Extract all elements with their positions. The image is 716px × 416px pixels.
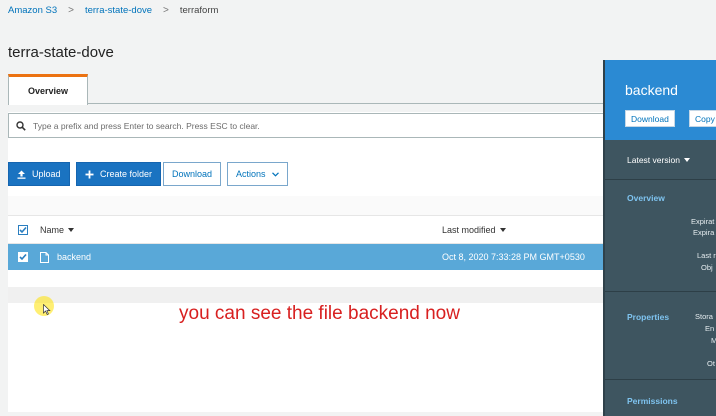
table-toolbar-row xyxy=(8,196,608,216)
row-checkbox[interactable] xyxy=(18,252,28,262)
detail-download-button[interactable]: Download xyxy=(625,110,675,127)
video-caption: you can see the file backend now xyxy=(179,303,460,324)
sort-caret-icon xyxy=(499,227,506,232)
section-overview[interactable]: Overview xyxy=(627,193,665,203)
caret-down-icon xyxy=(683,157,690,162)
overview-detail-line: Last r xyxy=(697,251,716,260)
column-header-last-modified[interactable]: Last modified xyxy=(442,225,506,235)
table-row[interactable]: backend Oct 8, 2020 7:33:28 PM GMT+0530 xyxy=(8,244,608,270)
download-button[interactable]: Download xyxy=(163,162,222,186)
breadcrumb: Amazon S3 > terra-state-dove > terraform xyxy=(8,5,218,16)
upload-button[interactable]: Upload xyxy=(8,162,70,186)
mouse-pointer-icon xyxy=(43,304,51,315)
upload-label: Upload xyxy=(32,169,61,179)
chevron-right-icon: > xyxy=(68,5,74,16)
section-properties[interactable]: Properties xyxy=(627,312,669,322)
section-permissions[interactable]: Permissions xyxy=(627,396,678,406)
download-label: Download xyxy=(172,169,213,179)
column-name-label: Name xyxy=(40,224,65,235)
properties-detail-line: M xyxy=(711,336,716,345)
create-folder-button[interactable]: Create folder xyxy=(76,162,162,186)
overview-detail-line: Expira xyxy=(693,228,715,237)
upload-icon xyxy=(17,170,26,179)
search-input[interactable] xyxy=(33,120,593,131)
table-footer-row xyxy=(8,287,608,303)
divider xyxy=(605,379,716,380)
table-header-row: Name Last modified xyxy=(8,216,608,244)
properties-detail-line: Ot xyxy=(707,359,715,368)
object-detail-panel: backend Download Copy Latest version Ove… xyxy=(603,60,716,416)
overview-detail-line: Expirat xyxy=(691,217,715,226)
detail-panel-title: backend xyxy=(625,82,678,98)
sort-caret-icon xyxy=(68,227,75,232)
breadcrumb-amazon-s3[interactable]: Amazon S3 xyxy=(8,5,57,16)
version-label: Latest version xyxy=(627,154,680,165)
divider xyxy=(605,291,716,292)
cursor-highlight xyxy=(34,296,54,316)
file-icon xyxy=(40,251,49,263)
breadcrumb-current-folder: terraform xyxy=(179,5,219,16)
actions-label: Actions xyxy=(236,169,266,179)
plus-icon xyxy=(85,170,94,179)
create-folder-label: Create folder xyxy=(100,169,153,179)
chevron-down-icon xyxy=(271,171,279,177)
row-last-modified-cell: Oct 8, 2020 7:33:28 PM GMT+0530 xyxy=(442,252,585,262)
breadcrumb-bucket[interactable]: terra-state-dove xyxy=(85,5,152,16)
row-name-cell[interactable]: backend xyxy=(40,251,92,263)
tab-bar: Overview xyxy=(8,74,608,105)
search-icon xyxy=(9,120,33,131)
properties-detail-line: En xyxy=(705,324,715,333)
column-last-modified-label: Last modified xyxy=(442,224,496,235)
select-all-checkbox[interactable] xyxy=(18,224,28,235)
page-title: terra-state-dove xyxy=(8,44,114,61)
tab-overview[interactable]: Overview xyxy=(8,74,88,105)
chevron-right-icon: > xyxy=(163,5,169,16)
properties-detail-line: Stora xyxy=(695,312,713,321)
row-name-label: backend xyxy=(57,252,92,262)
detail-copy-button[interactable]: Copy xyxy=(689,110,716,127)
detail-panel-header: backend Download Copy xyxy=(605,60,716,140)
search-box xyxy=(8,113,608,138)
object-table: Name Last modified backend Oct 8, 2020 7… xyxy=(8,196,608,303)
column-header-name[interactable]: Name xyxy=(40,224,75,235)
version-selector[interactable]: Latest version xyxy=(605,140,716,180)
actions-dropdown[interactable]: Actions xyxy=(227,162,288,186)
overview-detail-line: Obj xyxy=(701,263,713,272)
